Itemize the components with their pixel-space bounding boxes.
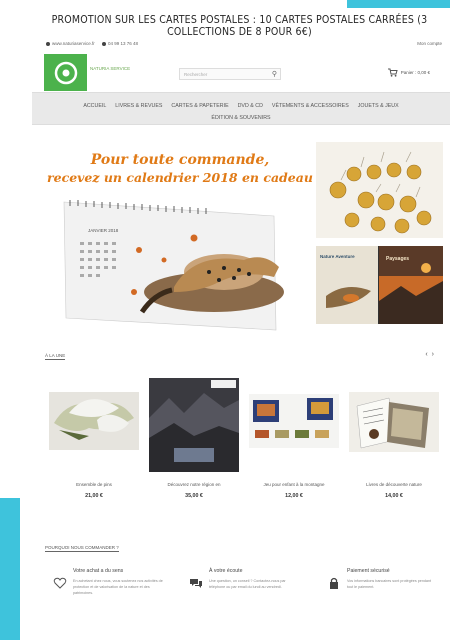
promo-tile-keychains[interactable] — [316, 142, 443, 238]
phone-icon — [102, 41, 106, 46]
section-title-featured: À LA UNE — [45, 353, 66, 360]
promo-banner: PROMOTION SUR LES CARTES POSTALES : 10 C… — [51, 14, 428, 38]
nav-item[interactable]: JOUETS & JEUX — [358, 103, 399, 109]
product-card[interactable]: Ensemble de pins 21,00 € — [49, 378, 139, 508]
carousel-arrows: ‹› — [425, 351, 438, 358]
feature-title: Paiement sécurisé — [347, 568, 390, 574]
web-page: PROMOTION SUR LES CARTES POSTALES : 10 C… — [29, 8, 450, 640]
search-placeholder: Rechercher — [184, 72, 208, 77]
product-price: 21,00 € — [85, 493, 103, 499]
feature-meaningful-purchase: Votre achat a du sens En achetant chez n… — [53, 568, 173, 638]
top-bar: www.naturiaservice.fr 04 99 13 76 48 Mon… — [44, 39, 442, 49]
calendar-month: JANVIER 2018 — [88, 228, 119, 233]
account-link[interactable]: Mon compte — [417, 41, 442, 46]
product-image[interactable] — [149, 378, 239, 478]
logo[interactable] — [44, 54, 87, 91]
product-image[interactable] — [349, 378, 439, 478]
books-title-1: Nature Aventure — [320, 254, 355, 259]
cart-label: Panier : 0,00 € — [400, 70, 430, 75]
cart-icon — [387, 68, 398, 77]
product-card[interactable]: Livres de découverte nature 14,00 € — [349, 378, 439, 508]
email-icon — [46, 41, 50, 46]
logo-text: NATURIA SERVICE — [90, 66, 131, 71]
feature-listening: À votre écoute Une question, un conseil … — [189, 568, 309, 638]
site-header: NATURIA SERVICE Rechercher ⚲ Panier : 0,… — [44, 54, 442, 94]
keychains-image — [316, 142, 443, 238]
decorative-band-top — [347, 0, 450, 8]
feature-description: Une question, un conseil ? Contactez-nou… — [209, 579, 286, 589]
feature-secure-payment: Paiement sécurisé Vos informations banca… — [327, 568, 447, 638]
books-title-2: Paysages — [386, 256, 410, 262]
heart-icon — [53, 577, 67, 589]
product-image[interactable] — [249, 378, 339, 478]
cart-button[interactable]: Panier : 0,00 € — [387, 68, 430, 77]
phone-info[interactable]: 04 99 13 76 48 — [102, 41, 138, 46]
product-card[interactable]: Jeu pour enfant à la montagne 12,00 € — [249, 378, 339, 508]
product-price: 35,00 € — [185, 493, 203, 499]
chat-icon — [190, 579, 202, 588]
nav-item[interactable]: VÊTEMENTS & ACCESSOIRES — [272, 103, 349, 109]
hero-banner[interactable]: Pour toute commande, recevez un calendri… — [44, 142, 316, 338]
spiral-logo-icon — [54, 61, 77, 84]
section-title-why: POURQUOI NOUS COMMANDER ? — [45, 545, 119, 552]
product-name[interactable]: Livres de découverte nature — [349, 482, 439, 487]
feature-description: En achetant chez nous, vous soutenez nos… — [73, 579, 163, 595]
product-card[interactable]: Découvrez notre région en 35,00 € — [149, 378, 239, 508]
phone-text: 04 99 13 76 48 — [108, 41, 139, 46]
search-input[interactable]: Rechercher ⚲ — [179, 68, 281, 80]
calendar-illustration — [63, 200, 284, 331]
search-icon[interactable]: ⚲ — [272, 70, 277, 78]
nav-row-2: ÉDITION & SOUVENIRS — [32, 115, 450, 121]
product-name[interactable]: Jeu pour enfant à la montagne — [249, 482, 339, 487]
product-name[interactable]: Découvrez notre région en — [149, 482, 239, 487]
nav-item[interactable]: CARTES & PAPETERIE — [171, 103, 228, 109]
product-image[interactable] — [49, 378, 139, 478]
feature-title: À votre écoute — [209, 568, 243, 574]
nav-row-1: ACCUEIL LIVRES & REVUES CARTES & PAPETERIE… — [32, 103, 450, 109]
main-nav: ACCUEIL LIVRES & REVUES CARTES & PAPETERIE… — [32, 92, 450, 125]
promo-tile-books[interactable]: Nature Aventure Paysages — [316, 246, 443, 324]
nav-item[interactable]: ÉDITION & SOUVENIRS — [211, 115, 270, 121]
nav-item[interactable]: DVD & CD — [238, 103, 263, 109]
account-text: Mon compte — [417, 41, 442, 46]
nav-item[interactable]: LIVRES & REVUES — [115, 103, 162, 109]
product-price: 14,00 € — [385, 493, 403, 499]
lock-icon — [330, 577, 338, 589]
product-price: 12,00 € — [285, 493, 303, 499]
feature-title: Votre achat a du sens — [73, 568, 124, 574]
arrow-right-icon[interactable]: › — [432, 351, 438, 358]
nav-item[interactable]: ACCUEIL — [83, 103, 106, 109]
feature-description: Vos informations bancaires sont protégée… — [347, 579, 432, 589]
product-name[interactable]: Ensemble de pins — [49, 482, 139, 487]
email-info[interactable]: www.naturiaservice.fr — [46, 41, 95, 46]
decorative-band-left — [0, 498, 20, 640]
email-text: www.naturiaservice.fr — [52, 41, 95, 46]
